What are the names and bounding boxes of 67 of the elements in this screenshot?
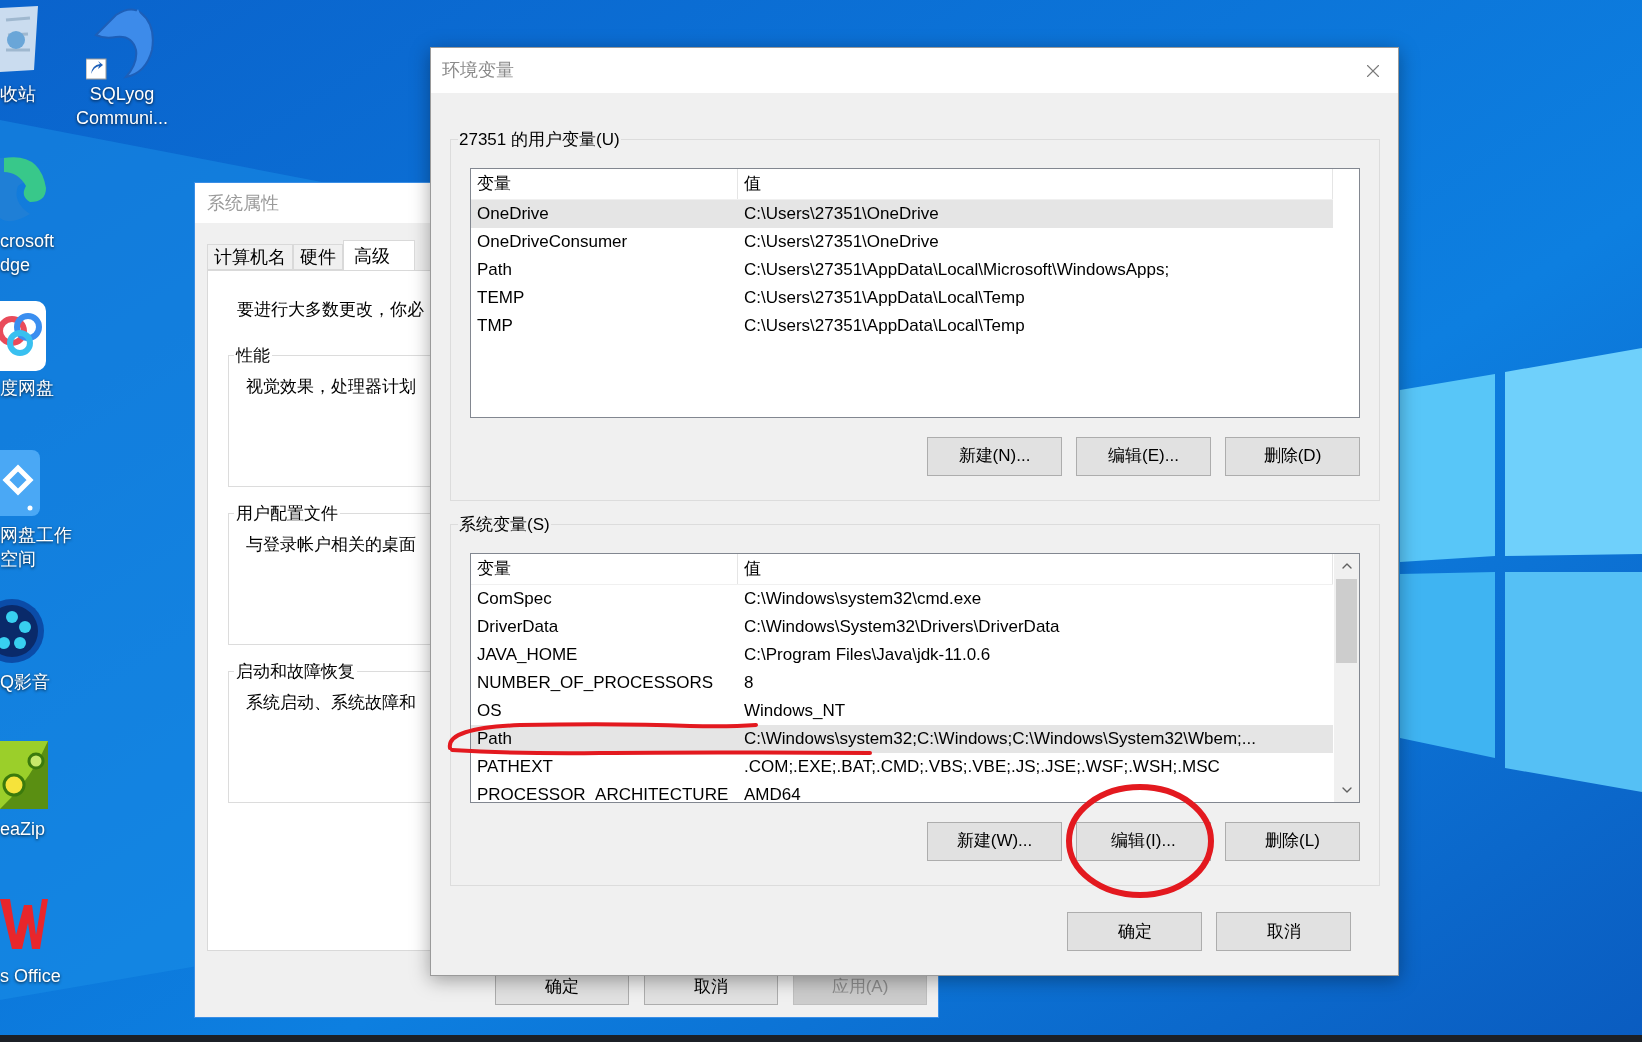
list-row[interactable]: OneDrive C:\Users\27351\OneDrive bbox=[471, 199, 1333, 228]
table-cell-text: Path bbox=[477, 258, 512, 281]
table-cell-text: C:\Users\27351\OneDrive bbox=[743, 202, 939, 225]
table-cell-text: DriverData bbox=[477, 615, 559, 638]
film-reel-icon[interactable] bbox=[0, 597, 45, 665]
desktop-icon-label[interactable]: 网盘工作 空间 bbox=[0, 523, 80, 571]
table-cell-text: PATHEXT bbox=[477, 755, 553, 778]
window-title: 系统属性 bbox=[207, 191, 279, 215]
table-cell-text: ComSpec bbox=[477, 587, 552, 610]
table-cell-text: C:\Users\27351\OneDrive bbox=[743, 230, 939, 253]
table-cell-text: OneDrive bbox=[477, 202, 549, 225]
desktop-icon-label[interactable]: eaZip bbox=[0, 817, 80, 841]
dialog-button[interactable]: 确定 bbox=[1067, 912, 1202, 951]
workspace-app-icon[interactable] bbox=[0, 450, 43, 518]
group-title: 性能 bbox=[234, 344, 271, 367]
dialog-button[interactable]: 删除(L) bbox=[1225, 821, 1360, 861]
table-cell-text: C:\Users\27351\AppData\Local\Microsoft\WindowsApps; bbox=[743, 258, 1170, 281]
table-cell-text: TEMP bbox=[477, 286, 525, 309]
table-cell-text: C:\Windows\System32\Drivers\DriverData bbox=[743, 615, 1060, 638]
desktop-icon-label[interactable]: SQLyog Communi... bbox=[62, 82, 182, 130]
cloud-app-icon[interactable] bbox=[0, 301, 48, 373]
tab[interactable]: 高级 bbox=[343, 240, 415, 270]
group-description: 系统启动、系统故障和 bbox=[246, 692, 416, 714]
group-description: 视觉效果，处理器计划 bbox=[246, 376, 416, 398]
dialog-button[interactable]: 新建(W)... bbox=[927, 821, 1062, 861]
column-header: 变量 bbox=[471, 168, 738, 199]
desktop-icon-label[interactable]: 收站 bbox=[0, 82, 60, 106]
desktop-icon-label[interactable]: s Office bbox=[0, 964, 80, 988]
column-header: 值 bbox=[738, 553, 1333, 584]
intro-text: 要进行大多数更改，你必 bbox=[237, 299, 424, 321]
window-title: 环境变量 bbox=[442, 59, 514, 82]
tab[interactable]: 硬件 bbox=[293, 244, 343, 270]
dialog-button[interactable]: 新建(N)... bbox=[927, 436, 1062, 476]
table-cell-text: Windows_NT bbox=[743, 699, 846, 722]
dialog-button[interactable]: 取消 bbox=[1216, 912, 1351, 951]
pea-pod-icon[interactable] bbox=[0, 741, 48, 811]
group-description: 与登录帐户相关的桌面 bbox=[246, 534, 416, 556]
table-cell-text: NUMBER_OF_PROCESSORS bbox=[477, 671, 714, 694]
scroll-thumb[interactable] bbox=[1336, 578, 1357, 663]
table-cell-text: AMD64 bbox=[743, 783, 801, 802]
tab[interactable]: 计算机名 bbox=[207, 244, 293, 270]
group-title: 启动和故障恢复 bbox=[235, 660, 356, 683]
table-cell-text: OneDriveConsumer bbox=[477, 230, 628, 253]
group-title: 27351 的用户变量(U) bbox=[458, 129, 621, 151]
dialog-button[interactable]: 编辑(I)... bbox=[1076, 821, 1211, 861]
desktop-icon-label[interactable]: 度网盘 bbox=[0, 376, 80, 400]
table-cell-text: JAVA_HOME bbox=[477, 643, 578, 666]
group-title: 系统变量(S) bbox=[458, 514, 551, 536]
table-cell-text: C:\Windows\system32\cmd.exe bbox=[743, 587, 982, 610]
table-cell-text: 8 bbox=[743, 671, 754, 694]
table-cell-text: C:\Users\27351\AppData\Local\Temp bbox=[743, 314, 1025, 337]
table-cell-text: Path bbox=[477, 727, 512, 750]
group-title: 用户配置文件 bbox=[235, 502, 339, 525]
table-cell-text: C:\Program Files\Java\jdk-11.0.6 bbox=[743, 643, 991, 666]
dialog-button[interactable]: 编辑(E)... bbox=[1076, 436, 1211, 476]
table-cell-text: .COM;.EXE;.BAT;.CMD;.VBS;.VBE;.JS;.JSE;.WSF;.WSH;.MSC bbox=[743, 755, 1220, 778]
table-cell-text: C:\Windows\system32;C:\Windows;C:\Windows\System32\Wbem;... bbox=[743, 727, 1257, 750]
desktop-icon-label[interactable]: Q影音 bbox=[0, 670, 80, 694]
column-header: 变量 bbox=[471, 553, 738, 584]
desktop-icon-label[interactable]: crosoft dge bbox=[0, 229, 80, 277]
column-header: 值 bbox=[738, 168, 1333, 199]
table-cell-text: C:\Users\27351\AppData\Local\Temp bbox=[743, 286, 1025, 309]
table-cell-text: OS bbox=[477, 699, 502, 722]
dialog-button[interactable]: 删除(D) bbox=[1225, 436, 1360, 476]
table-cell-text: TMP bbox=[477, 314, 513, 337]
list-row[interactable]: Path C:\Windows\system32;C:\Windows;C:\Windows\System32\Wbem;... bbox=[471, 724, 1333, 753]
table-cell-text: PROCESSOR_ARCHITECTURE bbox=[477, 783, 729, 802]
